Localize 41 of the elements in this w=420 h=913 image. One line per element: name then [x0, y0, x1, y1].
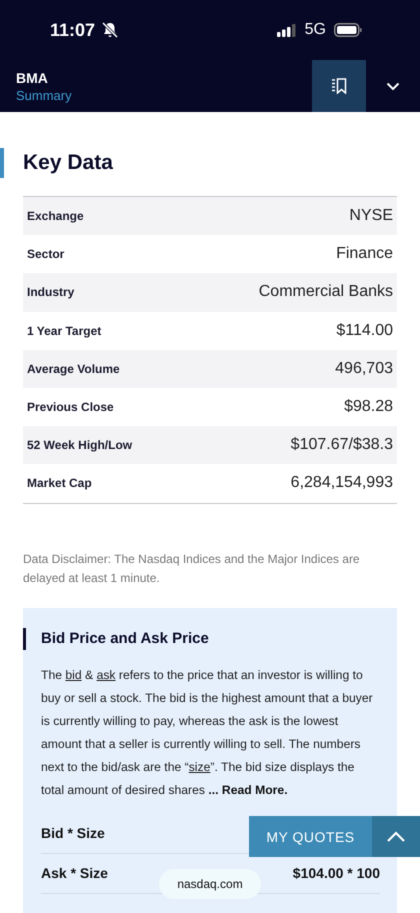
- explanation-text: The bid & ask refers to the price that an investor is willing to buy or sell a stock. The bid is the highest amount that a buyer is currently willing to pay, whereas the ask is the lowest amount that a seller is currently willing to sell. The numbers next to the bid/ask are the “size”. The bid size displays the total amount of desired shares ... Read More.: [41, 666, 374, 798]
- term-link[interactable]: bid: [65, 668, 82, 682]
- term-link[interactable]: ask: [96, 668, 116, 682]
- row-value: 496,703: [335, 360, 393, 378]
- bookmark-list-icon: [331, 78, 347, 94]
- chevron-up-icon: [386, 830, 406, 842]
- row-value: $104.00 * 100: [292, 865, 380, 881]
- row-label: 52 Week High/Low: [27, 438, 132, 452]
- row-label: Industry: [27, 285, 74, 300]
- muted-bell-icon: [101, 21, 120, 39]
- row-label: Ask * Size: [41, 865, 108, 881]
- signal-icon: [276, 24, 297, 36]
- row-value: 6,284,154,993: [290, 474, 393, 492]
- row-label: Previous Close: [27, 400, 114, 414]
- status-time: 11:07: [50, 20, 96, 40]
- row-label: Sector: [27, 247, 64, 262]
- my-quotes-button[interactable]: MY QUOTES: [249, 816, 372, 857]
- term-link[interactable]: size: [188, 760, 210, 774]
- row-value: $107.67/$38.3: [290, 436, 393, 454]
- row-label: Average Volume: [27, 362, 120, 376]
- row-value: NYSE: [349, 207, 393, 226]
- row-label: Market Cap: [27, 476, 92, 490]
- chevron-down-icon: [386, 82, 400, 90]
- disclaimer-text: Data Disclaimer: The Nasdaq Indices and the Major Indices are delayed at least 1 minute.: [23, 550, 361, 586]
- section-title: Key Data: [23, 151, 113, 175]
- row-value: $114.00: [336, 322, 393, 340]
- card-title: Bid Price and Ask Price: [41, 630, 209, 647]
- battery-icon: [334, 23, 362, 37]
- stock-symbol: BMA: [16, 70, 49, 86]
- watchlist-button[interactable]: [312, 60, 366, 112]
- row-value: Finance: [336, 245, 393, 264]
- row-value: $98.28: [344, 398, 393, 416]
- read-more-link[interactable]: ... Read More.: [208, 782, 288, 796]
- row-label: 1 Year Target: [27, 324, 102, 338]
- page-subtitle: Summary: [16, 88, 73, 102]
- network-label: 5G: [304, 21, 326, 39]
- row-label: Exchange: [27, 209, 84, 224]
- url-pill: nasdaq.com: [159, 869, 261, 899]
- row-value: Commercial Banks: [258, 283, 393, 302]
- row-label: Bid * Size: [41, 825, 105, 841]
- expand-button[interactable]: [372, 816, 420, 857]
